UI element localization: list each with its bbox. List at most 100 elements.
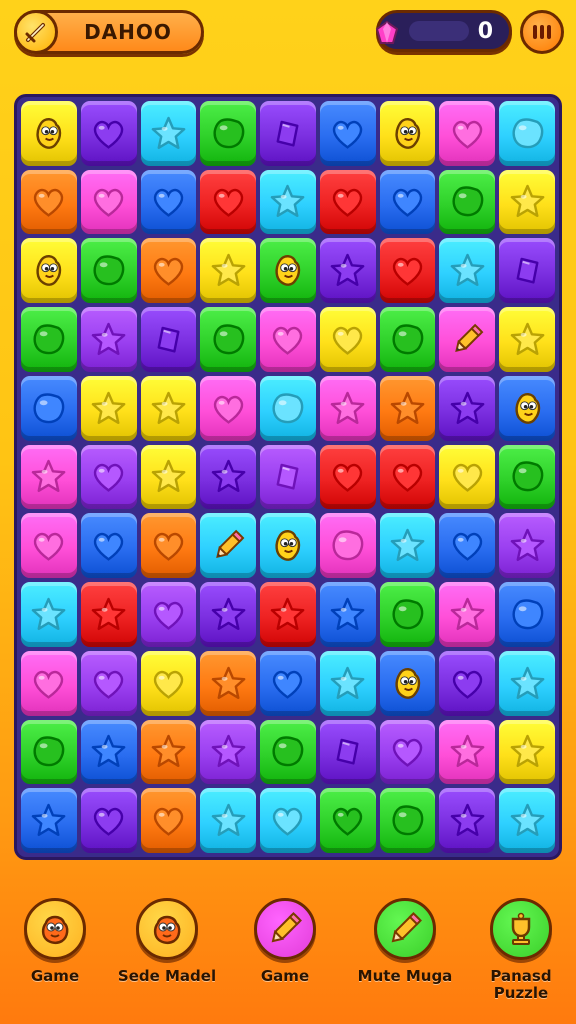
board-tile[interactable] bbox=[80, 238, 137, 304]
board-tile[interactable] bbox=[200, 582, 257, 647]
board-tile[interactable] bbox=[200, 650, 257, 716]
board-tile[interactable] bbox=[80, 788, 137, 853]
board-tile[interactable] bbox=[140, 101, 197, 166]
board-tile[interactable] bbox=[200, 719, 257, 785]
board-tile[interactable] bbox=[80, 307, 137, 372]
title-pill[interactable]: DAHOO bbox=[14, 10, 204, 54]
board-tile[interactable] bbox=[21, 169, 77, 235]
board-tile[interactable] bbox=[80, 513, 137, 579]
board-tile[interactable] bbox=[260, 719, 316, 785]
board-tile[interactable] bbox=[319, 169, 376, 235]
board-tile[interactable] bbox=[260, 788, 316, 853]
board-tile[interactable] bbox=[200, 238, 257, 304]
board-tile[interactable] bbox=[499, 307, 555, 372]
board-tile[interactable] bbox=[200, 375, 257, 441]
board-tile[interactable] bbox=[379, 238, 436, 304]
board-tile[interactable] bbox=[319, 444, 376, 510]
board-tile[interactable] bbox=[140, 513, 197, 579]
board-tile[interactable] bbox=[319, 101, 376, 166]
board-tile[interactable] bbox=[260, 513, 316, 579]
board-tile[interactable] bbox=[80, 444, 137, 510]
board-tile[interactable] bbox=[379, 650, 436, 716]
board-tile[interactable] bbox=[21, 788, 77, 853]
board-tile[interactable] bbox=[200, 307, 257, 372]
board-tile[interactable] bbox=[140, 582, 197, 647]
board-tile[interactable] bbox=[21, 238, 77, 304]
board-tile[interactable] bbox=[499, 375, 555, 441]
board-tile[interactable] bbox=[140, 169, 197, 235]
board-tile[interactable] bbox=[439, 788, 496, 853]
board-tile[interactable] bbox=[379, 169, 436, 235]
board-tile[interactable] bbox=[260, 307, 316, 372]
board-tile[interactable] bbox=[21, 375, 77, 441]
board-tile[interactable] bbox=[499, 788, 555, 853]
board-tile[interactable] bbox=[80, 375, 137, 441]
board-tile[interactable] bbox=[379, 444, 436, 510]
board-tile[interactable] bbox=[439, 444, 496, 510]
board-tile[interactable] bbox=[200, 788, 257, 853]
board-tile[interactable] bbox=[439, 513, 496, 579]
board-tile[interactable] bbox=[379, 719, 436, 785]
board-tile[interactable] bbox=[379, 513, 436, 579]
board-tile[interactable] bbox=[260, 238, 316, 304]
board-tile[interactable] bbox=[499, 513, 555, 579]
board-tile[interactable] bbox=[21, 307, 77, 372]
board-tile[interactable] bbox=[260, 169, 316, 235]
board-tile[interactable] bbox=[80, 650, 137, 716]
board-tile[interactable] bbox=[200, 444, 257, 510]
board-tile[interactable] bbox=[21, 513, 77, 579]
board-tile[interactable] bbox=[140, 444, 197, 510]
board-tile[interactable] bbox=[140, 719, 197, 785]
board-tile[interactable] bbox=[439, 650, 496, 716]
board-tile[interactable] bbox=[319, 375, 376, 441]
board-tile[interactable] bbox=[140, 788, 197, 853]
nav-item[interactable]: Mute Muga bbox=[350, 898, 460, 985]
board-tile[interactable] bbox=[499, 169, 555, 235]
board-tile[interactable] bbox=[379, 582, 436, 647]
board-tile[interactable] bbox=[499, 238, 555, 304]
board-tile[interactable] bbox=[21, 101, 77, 166]
board-tile[interactable] bbox=[439, 101, 496, 166]
board-tile[interactable] bbox=[439, 582, 496, 647]
board-tile[interactable] bbox=[260, 375, 316, 441]
board-tile[interactable] bbox=[319, 307, 376, 372]
board-tile[interactable] bbox=[379, 307, 436, 372]
board-tile[interactable] bbox=[140, 238, 197, 304]
board-tile[interactable] bbox=[499, 101, 555, 166]
board-tile[interactable] bbox=[21, 582, 77, 647]
board-tile[interactable] bbox=[439, 307, 496, 372]
board-tile[interactable] bbox=[439, 719, 496, 785]
board-tile[interactable] bbox=[260, 101, 316, 166]
board-tile[interactable] bbox=[499, 444, 555, 510]
board-tile[interactable] bbox=[80, 101, 137, 166]
board-tile[interactable] bbox=[439, 169, 496, 235]
board-tile[interactable] bbox=[379, 788, 436, 853]
board-tile[interactable] bbox=[499, 719, 555, 785]
board-tile[interactable] bbox=[499, 582, 555, 647]
pause-button[interactable] bbox=[520, 10, 564, 54]
board-tile[interactable] bbox=[379, 375, 436, 441]
board-tile[interactable] bbox=[319, 582, 376, 647]
board-tile[interactable] bbox=[319, 513, 376, 579]
nav-item[interactable]: Sede Madel bbox=[112, 898, 222, 985]
board-tile[interactable] bbox=[21, 719, 77, 785]
board-tile[interactable] bbox=[21, 650, 77, 716]
board-tile[interactable] bbox=[439, 375, 496, 441]
board-tile[interactable] bbox=[319, 650, 376, 716]
board-tile[interactable] bbox=[80, 582, 137, 647]
board-tile[interactable] bbox=[140, 650, 197, 716]
board-tile[interactable] bbox=[200, 169, 257, 235]
board-tile[interactable] bbox=[319, 719, 376, 785]
nav-item[interactable]: Panasd Puzzle bbox=[466, 898, 576, 1002]
board-tile[interactable] bbox=[439, 238, 496, 304]
board-tile[interactable] bbox=[140, 307, 197, 372]
board-tile[interactable] bbox=[260, 444, 316, 510]
board-tile[interactable] bbox=[319, 788, 376, 853]
board-tile[interactable] bbox=[80, 169, 137, 235]
board-tile[interactable] bbox=[379, 101, 436, 166]
board-tile[interactable] bbox=[21, 444, 77, 510]
nav-item[interactable]: Game bbox=[0, 898, 110, 985]
board-tile[interactable] bbox=[80, 719, 137, 785]
board-tile[interactable] bbox=[140, 375, 197, 441]
board-tile[interactable] bbox=[260, 650, 316, 716]
